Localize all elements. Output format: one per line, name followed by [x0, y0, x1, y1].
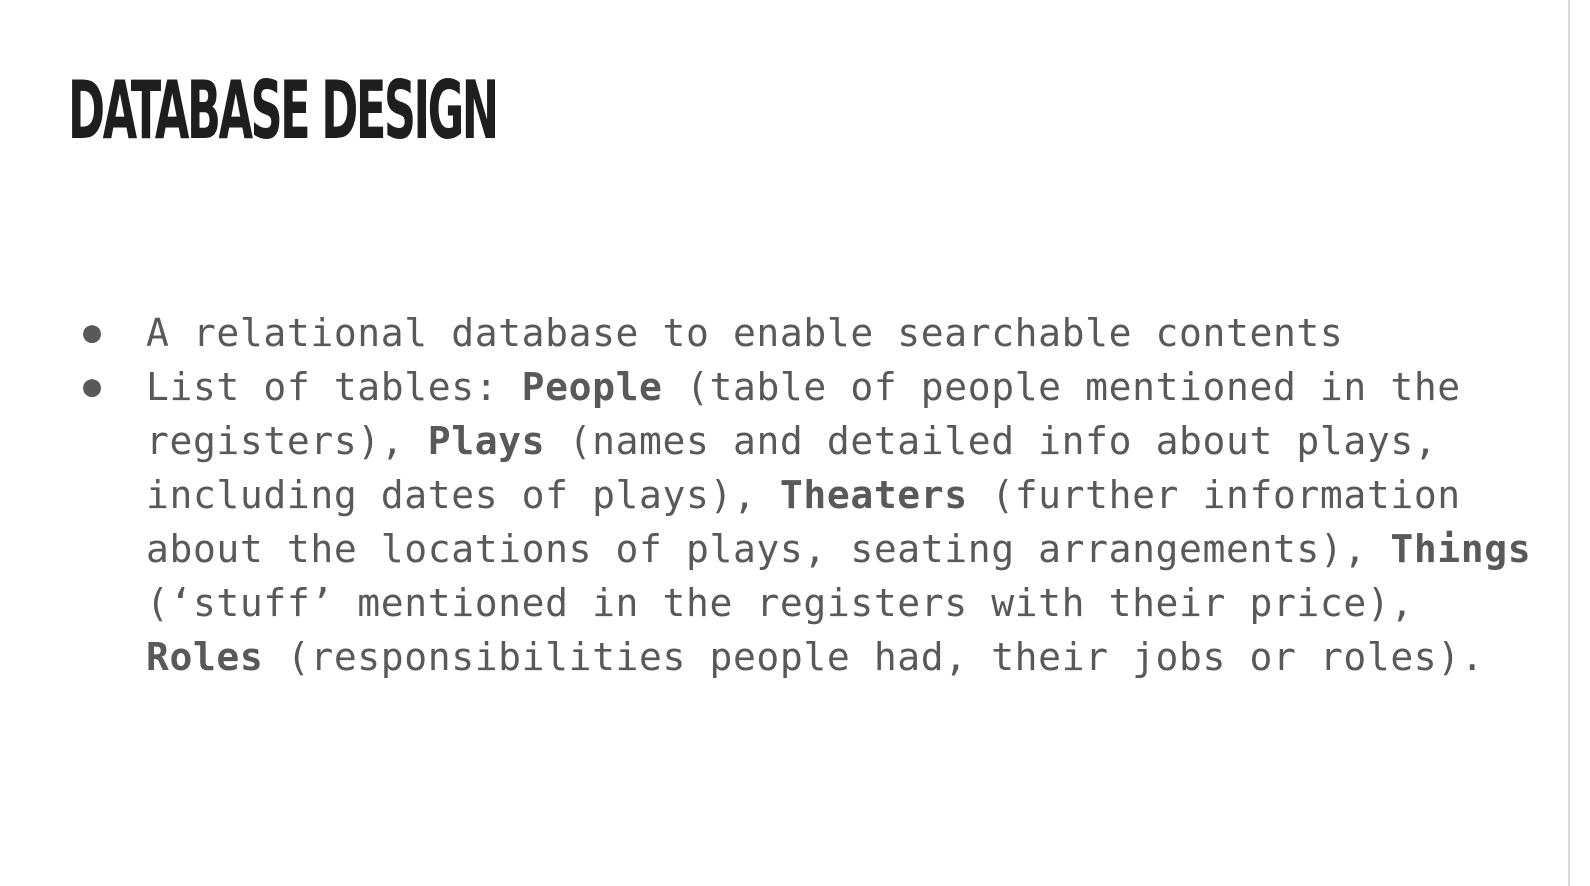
bullet-item: ● List of tables: People (table of peopl…: [0, 360, 1540, 684]
slide: DATABASE DESIGN ● A relational database …: [0, 0, 1590, 886]
table-name-theaters: Theaters: [779, 473, 968, 517]
bullet-list: ● A relational database to enable search…: [0, 306, 1540, 684]
bullet-dot-icon: ●: [83, 369, 102, 404]
bullet-item: ● A relational database to enable search…: [0, 306, 1540, 360]
table-desc-things: (‘stuff’ mentioned in the registers with…: [146, 581, 1414, 625]
bullet-text: A relational database to enable searchab…: [146, 311, 1344, 355]
table-desc-roles: (responsibilities people had, their jobs…: [263, 635, 1485, 679]
table-name-plays: Plays: [427, 419, 546, 463]
table-name-people: People: [521, 365, 663, 409]
slide-title: DATABASE DESIGN: [68, 64, 499, 157]
table-name-things: Things: [1390, 527, 1532, 571]
bullet-dot-icon: ●: [83, 315, 102, 350]
bullet-intro: List of tables:: [146, 365, 522, 409]
table-name-roles: Roles: [146, 635, 264, 679]
slide-edge-divider: [1568, 0, 1570, 886]
